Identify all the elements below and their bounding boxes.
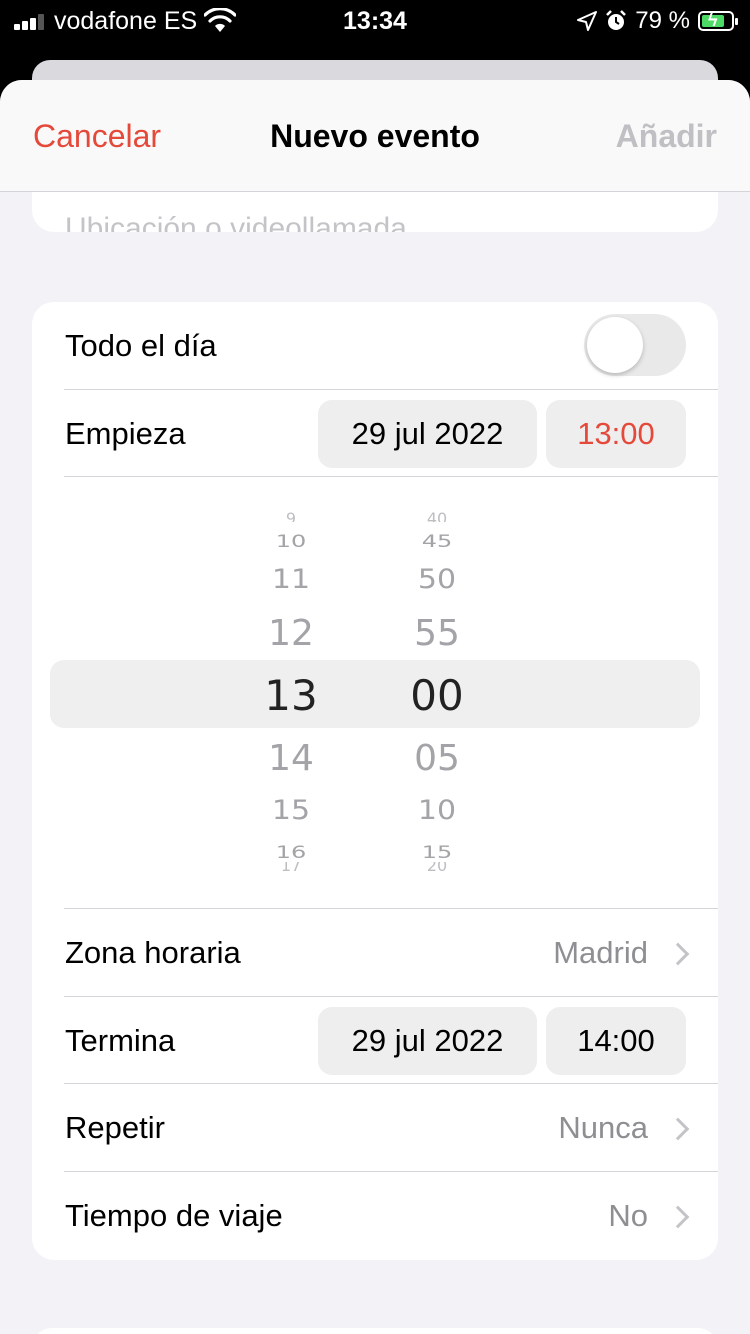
- next-card: [32, 1328, 718, 1334]
- chevron-right-icon: [666, 942, 690, 966]
- add-button[interactable]: Añadir: [616, 118, 717, 155]
- start-row: Empieza 29 jul 2022 13:00: [32, 390, 718, 477]
- timezone-value: Madrid: [553, 935, 648, 970]
- end-label: Termina: [65, 1023, 176, 1058]
- minute-option[interactable]: 45: [377, 531, 497, 551]
- end-row: Termina 29 jul 2022 14:00: [32, 997, 718, 1084]
- all-day-row: Todo el día: [32, 302, 718, 389]
- minute-option[interactable]: 50: [377, 564, 497, 596]
- toggle-knob: [587, 317, 643, 373]
- selected-hour[interactable]: 13: [231, 671, 351, 720]
- chevron-right-icon: [666, 1117, 690, 1141]
- hour-option[interactable]: 9: [231, 512, 351, 522]
- nav-bar: Cancelar Nuevo evento Añadir: [0, 80, 750, 192]
- hour-option[interactable]: 10: [231, 531, 351, 551]
- all-day-toggle[interactable]: [584, 314, 686, 376]
- hour-option[interactable]: 15: [231, 795, 351, 827]
- location-arrow-icon: [577, 11, 598, 31]
- repeat-row[interactable]: Repetir Nunca: [32, 1084, 718, 1171]
- travel-time-label: Tiempo de viaje: [65, 1198, 283, 1233]
- minute-option[interactable]: 05: [377, 738, 497, 779]
- minute-option[interactable]: 15: [377, 842, 497, 862]
- location-input[interactable]: Ubicación o videollamada: [65, 212, 407, 232]
- start-time-button[interactable]: 13:00: [546, 400, 686, 468]
- new-event-sheet: Cancelar Nuevo evento Añadir Ubicación o…: [0, 80, 750, 1334]
- minute-option[interactable]: 40: [377, 512, 497, 522]
- travel-time-row[interactable]: Tiempo de viaje No: [32, 1172, 718, 1259]
- selected-minute[interactable]: 00: [377, 671, 497, 720]
- timezone-row[interactable]: Zona horaria Madrid: [32, 909, 718, 996]
- battery-charging-icon: ϟ: [698, 10, 738, 31]
- status-bar: vodafone ES 13:34 79 % ϟ: [0, 0, 750, 60]
- start-label: Empieza: [65, 416, 186, 451]
- battery-percent: 79 %: [635, 7, 690, 34]
- timezone-label: Zona horaria: [65, 935, 241, 970]
- end-date-button[interactable]: 29 jul 2022: [318, 1007, 537, 1075]
- chevron-right-icon: [666, 1205, 690, 1229]
- status-right-group: 79 % ϟ: [577, 7, 738, 35]
- hour-option[interactable]: 16: [231, 842, 351, 862]
- date-time-card: Todo el día Empieza 29 jul 2022 13:00 9 …: [32, 302, 718, 1260]
- repeat-value: Nunca: [558, 1110, 648, 1145]
- end-time-button[interactable]: 14:00: [546, 1007, 686, 1075]
- time-wheel-picker[interactable]: 9 10 11 12 13 14 15 16 17 40 45 50 55 00…: [32, 477, 718, 907]
- repeat-label: Repetir: [65, 1110, 165, 1145]
- hour-option[interactable]: 14: [231, 738, 351, 779]
- start-date-button[interactable]: 29 jul 2022: [318, 400, 537, 468]
- alarm-icon: [606, 10, 627, 30]
- picker-selection-band: [50, 660, 700, 728]
- bolt-icon: ϟ: [708, 10, 718, 30]
- hour-option[interactable]: 17: [231, 862, 351, 872]
- hour-option[interactable]: 11: [231, 564, 351, 596]
- minute-option[interactable]: 55: [377, 613, 497, 654]
- minute-option[interactable]: 10: [377, 795, 497, 827]
- minute-option[interactable]: 20: [377, 862, 497, 872]
- travel-time-value: No: [608, 1198, 648, 1233]
- hour-option[interactable]: 12: [231, 613, 351, 654]
- all-day-label: Todo el día: [65, 328, 217, 363]
